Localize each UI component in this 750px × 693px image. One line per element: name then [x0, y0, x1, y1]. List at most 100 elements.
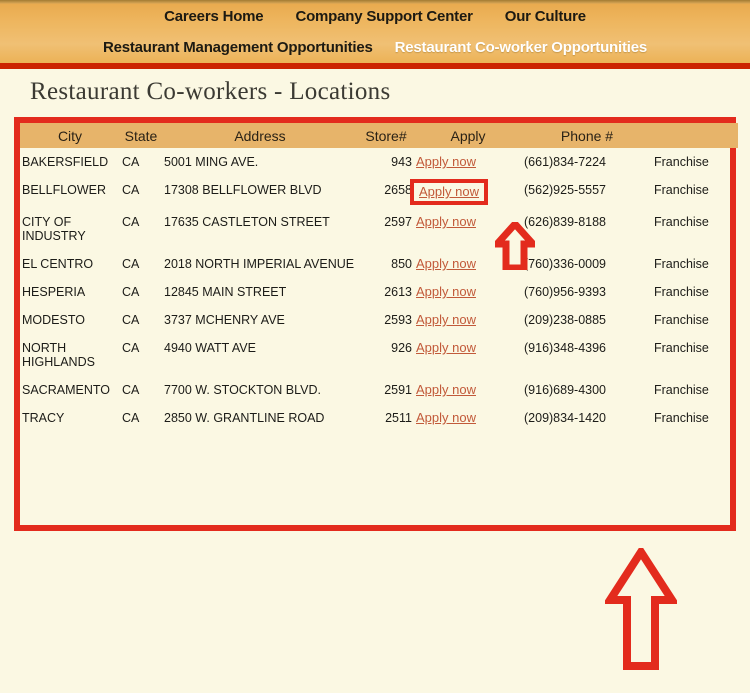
- cell-address: 17308 BELLFLOWER BLVD: [164, 183, 322, 197]
- cell-type: Franchise: [654, 383, 709, 397]
- cell-phone: (916)689-4300: [524, 383, 607, 397]
- cell-state: CA: [122, 285, 140, 299]
- locations-table-highlight-frame: City State Address Store# Apply Phone # …: [14, 117, 738, 531]
- cell-type: Franchise: [654, 155, 709, 169]
- cell-apply: Apply now: [414, 208, 522, 250]
- page-title: Restaurant Co-workers - Locations: [30, 78, 391, 105]
- cell-address: 2018 NORTH IMPERIAL AVENUE: [164, 257, 355, 271]
- cell-address: 17635 CASTLETON STREET: [164, 215, 330, 229]
- cell-state: CA: [122, 155, 140, 169]
- apply-now-link[interactable]: Apply now: [416, 154, 476, 169]
- top-navigation: Careers Home Company Support Center Our …: [0, 0, 750, 69]
- table-body: BAKERSFIELD CA 5001 MING AVE. 943 Apply now (…: [20, 148, 738, 432]
- table-row: BAKERSFIELD CA 5001 MING AVE. 943 Apply now (…: [20, 148, 738, 176]
- apply-now-link[interactable]: Apply now: [416, 214, 476, 229]
- cell-state: CA: [122, 257, 140, 271]
- cell-address: 4940 WATT AVE: [164, 341, 256, 355]
- column-header-phone: Phone #: [522, 123, 652, 148]
- up-arrow-icon: [602, 544, 680, 670]
- column-header-city: City: [20, 123, 120, 148]
- cell-store: 2613: [384, 285, 412, 299]
- table-row: MODESTO CA 3737 MCHENRY AVE 2593 Apply now (2…: [20, 306, 738, 334]
- cell-city: HESPERIA: [22, 285, 86, 299]
- nav-row-primary: Careers Home Company Support Center Our …: [0, 0, 750, 33]
- table-row: EL CENTRO CA 2018 NORTH IMPERIAL AVENUE 850…: [20, 250, 738, 278]
- nav-link-careers-home[interactable]: Careers Home: [164, 8, 264, 25]
- cell-address: 5001 MING AVE.: [164, 155, 259, 169]
- column-header-store: Store#: [358, 123, 414, 148]
- annotation-arrow-large: [602, 544, 680, 670]
- cell-phone: (760)336-0009: [524, 257, 607, 271]
- cell-apply: Apply now: [414, 376, 522, 404]
- apply-now-link[interactable]: Apply now: [416, 410, 476, 425]
- cell-apply: Apply now: [414, 334, 522, 376]
- cell-city: TRACY: [22, 411, 65, 425]
- cell-phone: (760)956-9393: [524, 285, 607, 299]
- nav-link-restaurant-management-opportunities[interactable]: Restaurant Management Opportunities: [103, 39, 373, 56]
- apply-now-link[interactable]: Apply now: [416, 382, 476, 397]
- locations-table: City State Address Store# Apply Phone # …: [20, 123, 738, 432]
- column-header-type: [652, 123, 738, 148]
- cell-apply: Apply now: [414, 306, 522, 334]
- cell-store: 943: [391, 155, 412, 169]
- cell-address: 3737 MCHENRY AVE: [164, 313, 285, 327]
- apply-now-link[interactable]: Apply now: [416, 340, 476, 355]
- cell-state: CA: [122, 341, 140, 355]
- cell-type: Franchise: [654, 257, 709, 271]
- cell-store: 2591: [384, 383, 412, 397]
- cell-type: Franchise: [654, 411, 709, 425]
- nav-link-our-culture[interactable]: Our Culture: [505, 8, 586, 25]
- cell-apply: Apply now: [414, 404, 522, 432]
- cell-phone: (209)238-0885: [524, 313, 607, 327]
- cell-store: 2511: [385, 411, 412, 425]
- cell-state: CA: [122, 383, 140, 397]
- table-row: SACRAMENTO CA 7700 W. STOCKTON BLVD. 2591 Ap…: [20, 376, 738, 404]
- cell-city: CITY OF INDUSTRY: [22, 215, 86, 243]
- cell-phone: (562)925-5557: [524, 183, 607, 197]
- cell-phone: (661)834-7224: [524, 155, 607, 169]
- table-header: City State Address Store# Apply Phone #: [20, 123, 738, 148]
- cell-store: 2658: [384, 183, 412, 197]
- cell-store: 926: [391, 341, 412, 355]
- cell-phone: (626)839-8188: [524, 215, 607, 229]
- cell-city: BAKERSFIELD: [22, 155, 109, 169]
- cell-type: Franchise: [654, 285, 709, 299]
- cell-phone: (209)834-1420: [524, 411, 607, 425]
- cell-type: Franchise: [654, 215, 709, 229]
- nav-link-company-support-center[interactable]: Company Support Center: [295, 8, 472, 25]
- table-row: BELLFLOWER CA 17308 BELLFLOWER BLVD 2658 App…: [20, 176, 738, 208]
- cell-type: Franchise: [654, 183, 709, 197]
- cell-type: Franchise: [654, 341, 709, 355]
- cell-city: NORTH HIGHLANDS: [22, 341, 95, 369]
- cell-address: 12845 MAIN STREET: [164, 285, 287, 299]
- cell-state: CA: [122, 313, 140, 327]
- cell-state: CA: [122, 183, 140, 197]
- cell-state: CA: [122, 215, 140, 229]
- apply-now-link[interactable]: Apply now: [416, 312, 476, 327]
- cell-apply: Apply now: [410, 176, 522, 208]
- table-row: TRACY CA 2850 W. GRANTLINE ROAD 2511 Apply n…: [20, 404, 738, 432]
- table-row: HESPERIA CA 12845 MAIN STREET 2613 Apply now…: [20, 278, 738, 306]
- cell-city: SACRAMENTO: [22, 383, 110, 397]
- cell-apply: Apply now: [414, 148, 522, 176]
- column-header-address: Address: [162, 123, 358, 148]
- cell-apply: Apply now: [414, 250, 522, 278]
- column-header-apply: Apply: [414, 123, 522, 148]
- table-header-row: City State Address Store# Apply Phone #: [20, 123, 738, 148]
- cell-phone: (916)348-4396: [524, 341, 607, 355]
- cell-city: BELLFLOWER: [22, 183, 107, 197]
- cell-store: 2597: [384, 215, 412, 229]
- cell-city: MODESTO: [22, 313, 85, 327]
- cell-state: CA: [122, 411, 140, 425]
- table-row: NORTH HIGHLANDS CA 4940 WATT AVE 926 Apply n…: [20, 334, 738, 376]
- cell-address: 7700 W. STOCKTON BLVD.: [164, 383, 322, 397]
- apply-now-link[interactable]: Apply now: [416, 284, 476, 299]
- apply-now-link-highlighted[interactable]: Apply now: [410, 179, 488, 205]
- column-header-state: State: [120, 123, 162, 148]
- apply-now-link[interactable]: Apply now: [416, 256, 476, 271]
- cell-type: Franchise: [654, 313, 709, 327]
- nav-row-secondary: Restaurant Management Opportunities Rest…: [0, 33, 750, 62]
- table-row: CITY OF INDUSTRY CA 17635 CASTLETON STREET…: [20, 208, 738, 250]
- nav-link-restaurant-coworker-opportunities[interactable]: Restaurant Co-worker Opportunities: [395, 39, 648, 56]
- cell-address: 2850 W. GRANTLINE ROAD: [164, 411, 325, 425]
